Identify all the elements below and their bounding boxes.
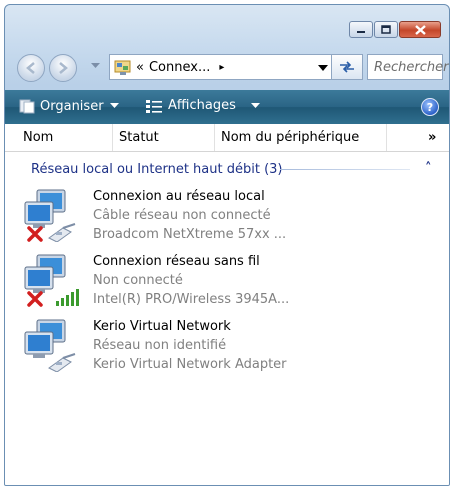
- item-name: Kerio Virtual Network: [93, 319, 231, 334]
- views-icon: [146, 99, 162, 113]
- more-columns-chevron[interactable]: »: [422, 124, 449, 151]
- x-mark-icon: [27, 291, 43, 307]
- item-status: Réseau non identifié: [93, 338, 227, 353]
- forward-arrow-icon: [59, 62, 68, 74]
- minimize-icon: [357, 30, 365, 33]
- group-title: Réseau local ou Internet haut débit (3): [31, 162, 283, 177]
- item-status: Non connecté: [93, 273, 183, 288]
- refresh-icon: [340, 61, 354, 73]
- item-device: Intel(R) PRO/Wireless 3945A...: [93, 292, 290, 307]
- help-button[interactable]: ?: [421, 98, 439, 116]
- explorer-window: « Connex... ▸ Rechercher Organiser Affic…: [4, 4, 450, 486]
- views-button[interactable]: Affichages: [145, 98, 260, 113]
- x-mark-icon: [27, 226, 43, 242]
- organise-label: Organiser: [40, 98, 104, 114]
- command-toolbar: Organiser Affichages ?: [5, 90, 449, 124]
- navigation-bar: « Connex... ▸ Rechercher: [17, 52, 449, 82]
- recent-pages-dropdown-icon[interactable]: [91, 63, 100, 69]
- close-icon: [414, 24, 426, 35]
- forward-button[interactable]: [49, 54, 77, 82]
- address-dropdown-icon[interactable]: [318, 65, 328, 71]
- item-status: Câble réseau non connecté: [93, 208, 271, 223]
- search-input[interactable]: Rechercher: [367, 54, 449, 80]
- control-panel-folder-icon: [114, 60, 131, 75]
- back-arrow-icon: [26, 62, 35, 74]
- list-item[interactable]: Kerio Virtual Network Réseau non identif…: [23, 318, 423, 382]
- close-button[interactable]: [399, 21, 441, 38]
- item-name: Connexion au réseau local: [93, 189, 265, 204]
- item-device: Broadcom NetXtreme 57xx ...: [93, 227, 287, 242]
- list-item[interactable]: Connexion réseau sans fil Non connecté I…: [23, 253, 423, 317]
- back-button[interactable]: [17, 54, 45, 82]
- item-device: Kerio Virtual Network Adapter: [93, 357, 287, 372]
- views-dropdown-icon: [250, 102, 260, 108]
- column-headers: Nom Statut Nom du périphérique »: [5, 124, 449, 152]
- address-location[interactable]: Connex...: [149, 60, 210, 75]
- organise-dropdown-icon: [109, 103, 119, 108]
- organise-button[interactable]: Organiser: [19, 98, 119, 114]
- views-label: Affichages: [168, 98, 236, 113]
- maximize-icon: [381, 25, 391, 34]
- column-header-status[interactable]: Statut: [113, 124, 215, 151]
- address-arrow[interactable]: ▸: [219, 62, 224, 73]
- organise-icon: [19, 99, 35, 114]
- address-bar[interactable]: « Connex... ▸: [109, 54, 335, 80]
- maximize-button[interactable]: [374, 21, 398, 38]
- address-prefix: «: [136, 59, 144, 75]
- group-header[interactable]: Réseau local ou Internet haut débit (3) …: [5, 160, 449, 182]
- ethernet-icon: [48, 223, 76, 242]
- signal-bars-icon: [56, 289, 79, 306]
- window-caption-buttons: [348, 21, 441, 38]
- column-header-device[interactable]: Nom du périphérique: [215, 124, 387, 151]
- refresh-button[interactable]: [331, 54, 363, 80]
- item-name: Connexion réseau sans fil: [93, 254, 260, 269]
- column-header-name[interactable]: Nom: [17, 124, 113, 151]
- file-list-view: Nom Statut Nom du périphérique » Réseau …: [5, 124, 449, 485]
- group-collapse-icon[interactable]: ˄: [425, 161, 432, 176]
- minimize-button[interactable]: [349, 21, 373, 38]
- ethernet-icon: [48, 353, 76, 372]
- group-divider: [280, 169, 410, 170]
- list-item[interactable]: Connexion au réseau local Câble réseau n…: [23, 188, 423, 252]
